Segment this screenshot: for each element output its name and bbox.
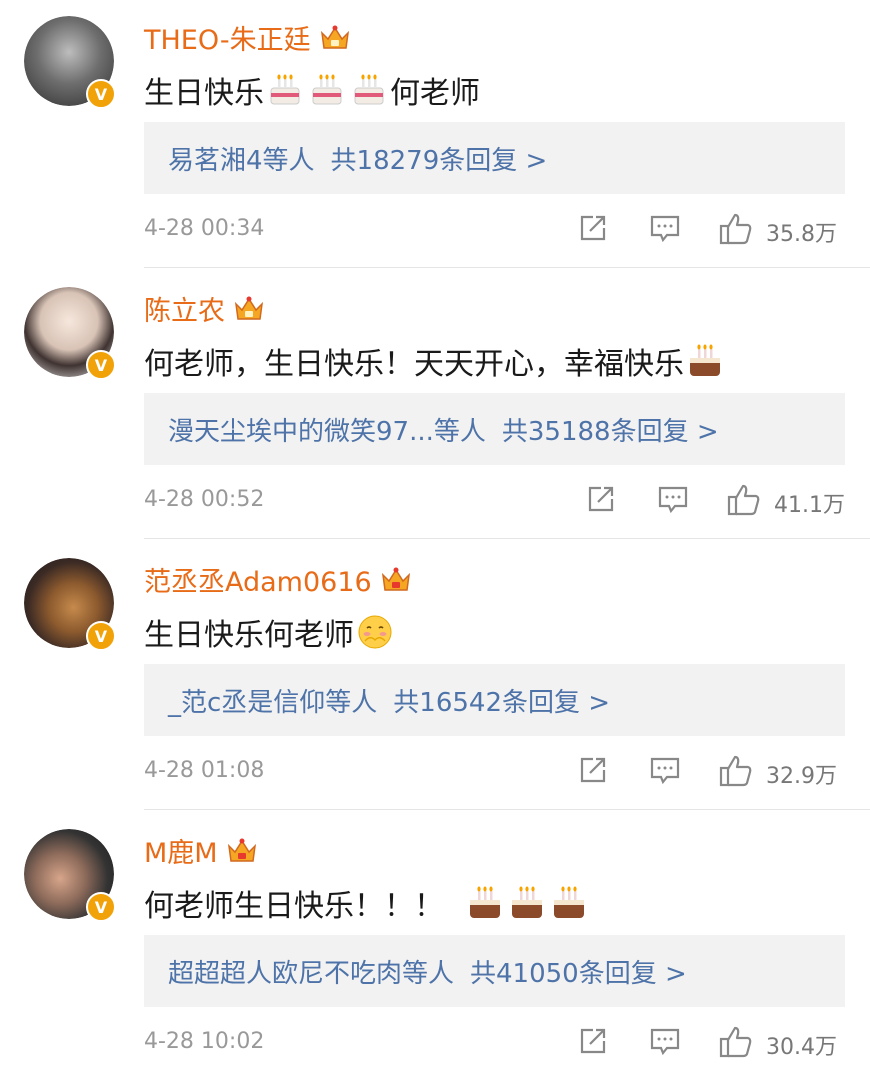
comment-item: V M鹿M 何老师生日快乐！！！ 超超超人欧尼不吃肉等人 共41050条回复 >… — [0, 813, 870, 1073]
comment-item: V THEO-朱正廷 生日快乐 何老师 易茗湘4等人 共18279条回复 > 4… — [0, 0, 870, 270]
crown-icon — [319, 24, 351, 52]
verified-badge-icon: V — [86, 79, 116, 109]
thumbs-up-icon[interactable] — [719, 212, 753, 250]
like-count: 32.9万 — [766, 764, 837, 789]
replies-link[interactable]: 漫天尘埃中的微笑97...等人 共35188条回复 > — [144, 393, 845, 465]
comment-item: V 范丞丞Adam0616 生日快乐何老师 _范c丞是信仰等人 共16542条回… — [0, 542, 870, 812]
divider — [144, 809, 870, 810]
comment-text-part: 生日快乐 — [144, 76, 264, 111]
comment-item: V 陈立农 何老师，生日快乐！天天开心，幸福快乐 漫天尘埃中的微笑97...等人… — [0, 271, 870, 541]
crown-icon — [380, 566, 412, 594]
birthday-cake-emoji — [270, 74, 300, 105]
replies-count[interactable]: 共35188条回复 > — [502, 411, 719, 448]
comment-text: 生日快乐何老师 — [144, 610, 396, 654]
replies-link[interactable]: 超超超人欧尼不吃肉等人 共41050条回复 > — [144, 935, 845, 1007]
comment-text-part: 何老师生日快乐！！！ — [144, 889, 444, 924]
share-icon[interactable] — [577, 1025, 609, 1061]
comment-icon[interactable] — [649, 212, 681, 248]
username-text[interactable]: THEO-朱正廷 — [144, 18, 311, 57]
replies-who[interactable]: _范c丞是信仰等人 — [168, 682, 377, 719]
replies-link[interactable]: 易茗湘4等人 共18279条回复 > — [144, 122, 845, 194]
like-count: 35.8万 — [766, 222, 837, 247]
crown-icon — [226, 837, 258, 865]
username[interactable]: M鹿M — [144, 831, 258, 870]
comment-text: 生日快乐 何老师 — [144, 68, 480, 112]
birthday-cake-emoji — [512, 886, 542, 918]
comment-icon[interactable] — [657, 483, 689, 519]
action-bar: 35.8万 — [0, 210, 870, 250]
username[interactable]: 陈立农 — [144, 289, 265, 328]
blushing-face-emoji — [358, 615, 392, 649]
birthday-cake-emoji — [312, 74, 342, 105]
username-text[interactable]: 范丞丞Adam0616 — [144, 560, 372, 599]
verified-badge-icon: V — [86, 621, 116, 651]
replies-who[interactable]: 漫天尘埃中的微笑97...等人 — [168, 411, 486, 448]
username[interactable]: 范丞丞Adam0616 — [144, 560, 412, 599]
comment-icon[interactable] — [649, 754, 681, 790]
birthday-cake-emoji — [470, 886, 500, 918]
crown-icon — [233, 295, 265, 323]
comment-icon[interactable] — [649, 1025, 681, 1061]
comment-text: 何老师，生日快乐！天天开心，幸福快乐 — [144, 339, 726, 383]
action-bar: 32.9万 — [0, 752, 870, 792]
share-icon[interactable] — [577, 754, 609, 790]
thumbs-up-icon[interactable] — [719, 754, 753, 792]
like-count: 30.4万 — [766, 1035, 837, 1060]
birthday-cake-emoji — [554, 886, 584, 918]
divider — [144, 267, 870, 268]
birthday-cake-emoji — [690, 344, 720, 376]
share-icon[interactable] — [585, 483, 617, 519]
replies-who[interactable]: 易茗湘4等人 — [168, 140, 315, 177]
comment-text: 何老师生日快乐！！！ — [144, 881, 590, 925]
comment-text-part: 生日快乐何老师 — [144, 618, 354, 653]
action-bar: 30.4万 — [0, 1023, 870, 1063]
like-count: 41.1万 — [774, 493, 845, 518]
action-bar: 41.1万 — [0, 481, 870, 521]
verified-badge-icon: V — [86, 350, 116, 380]
thumbs-up-icon[interactable] — [719, 1025, 753, 1063]
comment-text-part: 何老师 — [390, 76, 480, 111]
replies-count[interactable]: 共16542条回复 > — [393, 682, 610, 719]
thumbs-up-icon[interactable] — [727, 483, 761, 521]
verified-badge-icon: V — [86, 892, 116, 922]
username-text[interactable]: M鹿M — [144, 831, 218, 870]
replies-count[interactable]: 共18279条回复 > — [331, 140, 548, 177]
birthday-cake-emoji — [354, 74, 384, 105]
divider — [144, 538, 870, 539]
replies-who[interactable]: 超超超人欧尼不吃肉等人 — [168, 953, 454, 990]
replies-link[interactable]: _范c丞是信仰等人 共16542条回复 > — [144, 664, 845, 736]
share-icon[interactable] — [577, 212, 609, 248]
replies-count[interactable]: 共41050条回复 > — [470, 953, 687, 990]
comment-text-part: 何老师，生日快乐！天天开心，幸福快乐 — [144, 347, 684, 382]
username-text[interactable]: 陈立农 — [144, 289, 225, 328]
username[interactable]: THEO-朱正廷 — [144, 18, 351, 57]
